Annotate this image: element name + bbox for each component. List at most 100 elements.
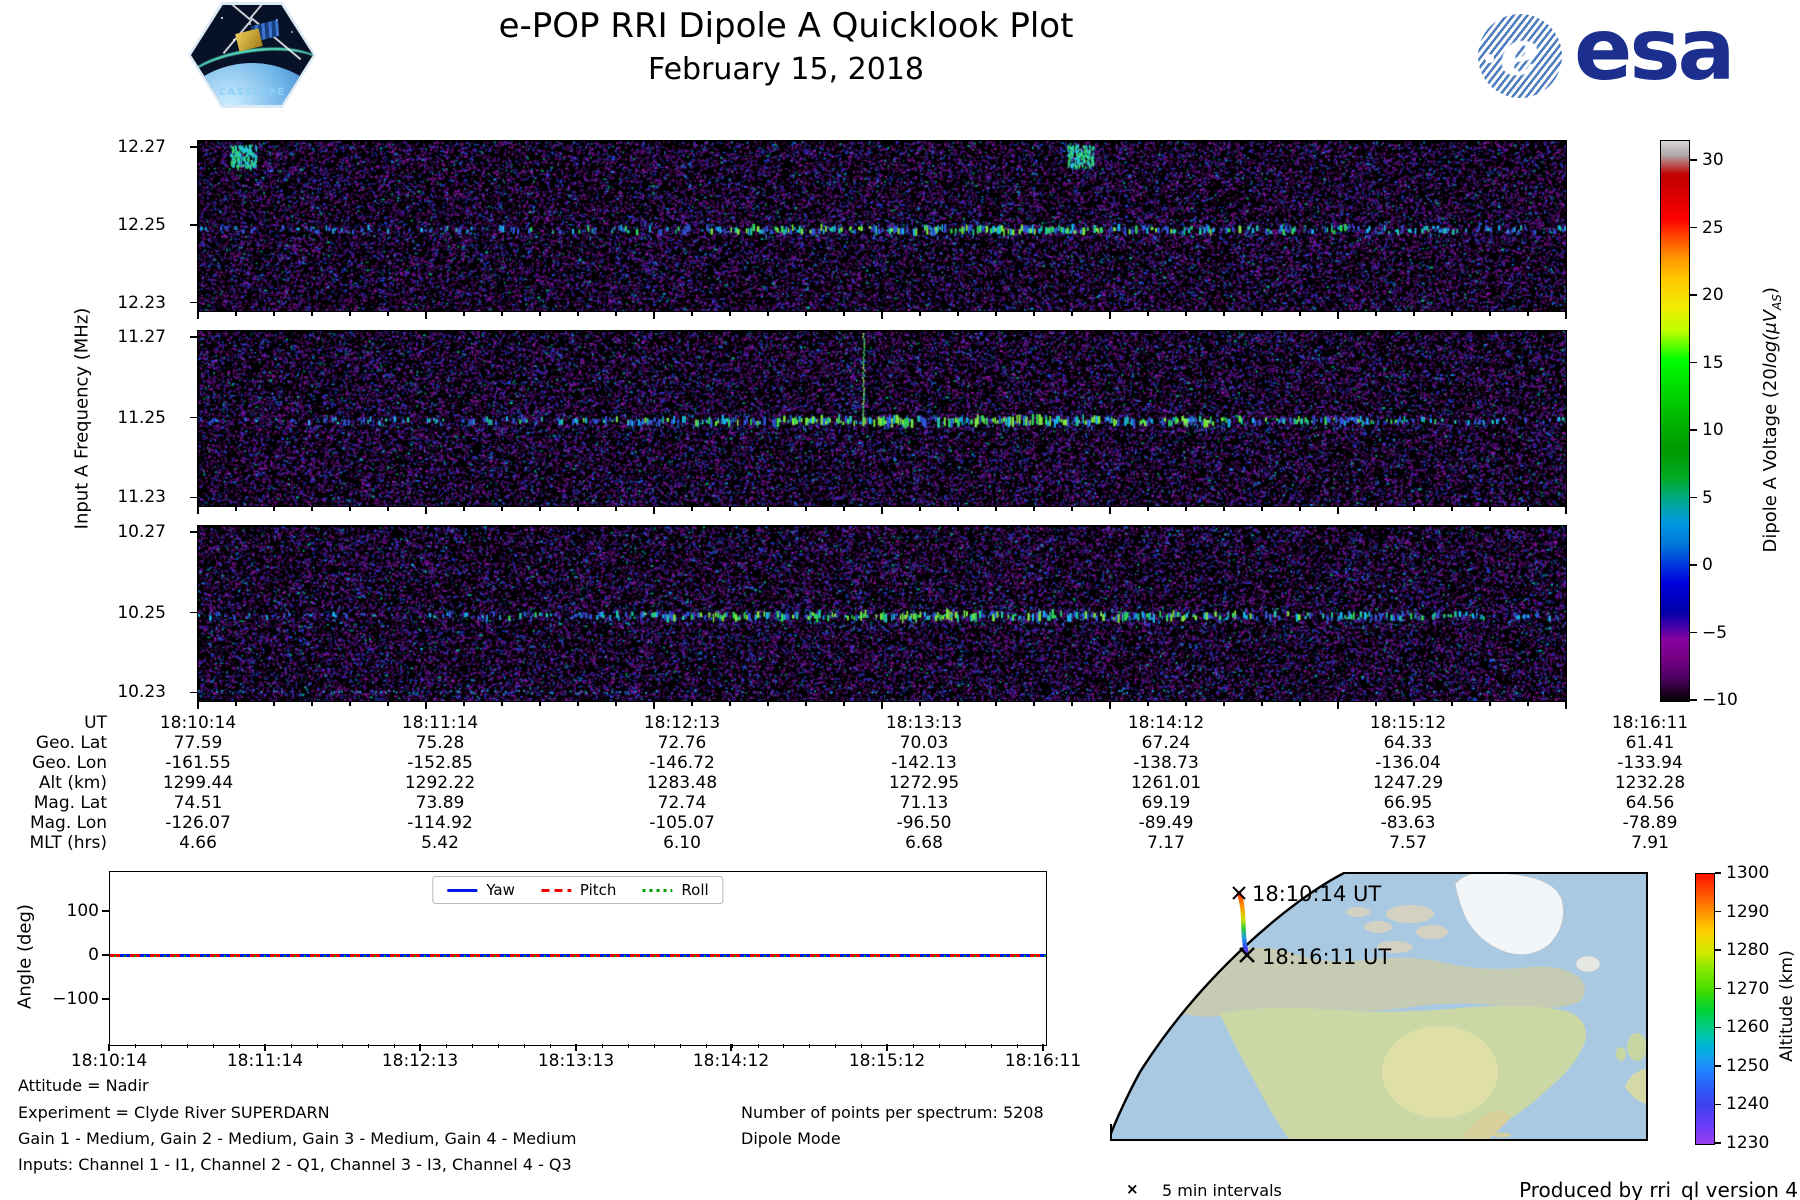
ephemeris-row-label: Mag. Lon	[29, 813, 107, 833]
time-tick	[539, 507, 541, 511]
ephemeris-cell: -126.07	[165, 813, 231, 833]
angle-minor-tick	[1016, 1044, 1018, 1048]
altitude-tick-label: 1300	[1726, 863, 1770, 883]
gains-text: Gain 1 - Medium, Gain 2 - Medium, Gain 3…	[18, 1129, 577, 1148]
freq-tick-label: 10.25	[117, 602, 166, 623]
great-plains	[1382, 1026, 1498, 1118]
spectrogram-panel-1	[197, 140, 1567, 312]
altitude-tick-label: 1250	[1726, 1055, 1770, 1076]
time-tick	[197, 702, 199, 709]
altitude-colorbar-label: Altitude (km)	[1777, 950, 1797, 1062]
time-tick	[1223, 507, 1225, 511]
time-tick	[349, 702, 351, 706]
legend-item-roll: Roll	[642, 881, 709, 899]
angle-minor-tick	[627, 1044, 629, 1048]
freq-tick-label: 10.27	[117, 522, 166, 543]
time-tick	[995, 507, 997, 511]
freq-tick-label: 11.23	[117, 487, 166, 508]
time-tick	[501, 702, 503, 706]
time-tick	[957, 702, 959, 706]
time-tick	[539, 702, 541, 706]
time-tick	[615, 702, 617, 706]
time-tick	[1451, 312, 1453, 316]
time-tick	[425, 312, 427, 319]
inputs-text: Inputs: Channel 1 - I1, Channel 2 - Q1, …	[18, 1155, 572, 1174]
time-tick	[767, 312, 769, 316]
angle-minor-tick	[990, 1044, 992, 1048]
altitude-colorbar	[1695, 873, 1715, 1145]
time-tick	[1185, 507, 1187, 511]
ephemeris-cell: 67.24	[1141, 733, 1191, 753]
angle-minor-tick	[913, 1044, 915, 1048]
freq-tick-label: 12.25	[117, 215, 166, 235]
ephemeris-cell: 1272.95	[888, 773, 960, 793]
time-tick	[1147, 507, 1149, 511]
time-tick	[1451, 507, 1453, 511]
spectrogram-canvas	[198, 526, 1566, 701]
colorbar-tick	[1690, 294, 1697, 296]
time-tick	[1071, 312, 1073, 316]
time-tick	[653, 507, 655, 514]
ephemeris-cell: -78.89	[1622, 813, 1678, 833]
time-tick	[1337, 702, 1339, 709]
ephemeris-cell: 61.41	[1625, 733, 1675, 753]
altitude-tick	[1715, 1142, 1721, 1144]
angle-minor-tick	[653, 1044, 655, 1048]
interval-marker-icon: ×	[1126, 1180, 1139, 1198]
time-tick	[539, 312, 541, 316]
voltage-colorbar-label: Dipole A Voltage (20log(μVAS)	[1760, 287, 1784, 553]
angle-minor-tick	[601, 1044, 603, 1048]
angle-minor-tick	[212, 1044, 214, 1048]
angle-minor-tick	[446, 1044, 448, 1048]
colorbar-tick-label: 5	[1702, 487, 1713, 508]
angle-minor-tick	[524, 1044, 526, 1048]
angle-minor-tick	[965, 1044, 967, 1048]
time-tick	[691, 702, 693, 706]
time-tick	[197, 507, 199, 514]
ephemeris-cell: 7.91	[1631, 833, 1669, 853]
track-end-label: 18:16:11 UT	[1262, 945, 1391, 969]
angle-xtick-label: 18:11:14	[226, 1051, 304, 1071]
time-tick	[691, 312, 693, 316]
ephemeris-cell: 71.13	[899, 793, 949, 813]
ephemeris-cell: 1232.28	[1614, 773, 1686, 793]
freq-tick-label: 10.23	[117, 682, 166, 703]
ephemeris-cell: 18:10:14	[159, 713, 237, 733]
freq-tick	[190, 611, 197, 614]
colorbar-tick-label: 0	[1702, 555, 1713, 576]
spectrogram-canvas	[198, 331, 1566, 506]
angle-xtick-label: 18:12:13	[381, 1051, 459, 1071]
esa-globe-icon: e	[1478, 14, 1562, 98]
time-tick	[1451, 702, 1453, 706]
altitude-tick-label: 1270	[1726, 978, 1770, 999]
colorbar-tick	[1690, 226, 1697, 229]
ephemeris-row-label: Alt (km)	[38, 773, 107, 793]
colorbar-tick-label: 25	[1702, 217, 1724, 238]
time-tick	[805, 507, 807, 511]
points-per-spectrum-text: Number of points per spectrum: 5208	[741, 1103, 1044, 1122]
ephemeris-cell: 1292.22	[404, 773, 476, 793]
time-tick	[805, 312, 807, 316]
ephemeris-cell: -138.73	[1133, 753, 1199, 773]
ephemeris-cell: 73.89	[415, 793, 465, 813]
angle-minor-tick	[498, 1044, 500, 1048]
freq-tick-label: 11.25	[117, 407, 166, 428]
page-title: e-POP RRI Dipole A Quicklook Plot	[498, 6, 1074, 46]
time-tick	[805, 702, 807, 706]
freq-tick	[190, 336, 197, 338]
time-tick	[1413, 507, 1415, 511]
colorbar-tick-label: −10	[1702, 690, 1738, 710]
colorbar-tick	[1690, 429, 1697, 431]
esa-e-glyph: e	[1500, 16, 1540, 89]
angle-minor-tick	[160, 1044, 162, 1048]
time-tick	[843, 312, 845, 316]
freq-tick	[190, 224, 197, 226]
angle-minor-tick	[420, 1044, 422, 1048]
time-tick	[653, 312, 655, 319]
angle-ytick	[102, 954, 109, 956]
ephemeris-cell: 74.51	[173, 793, 223, 813]
time-tick	[1337, 507, 1339, 514]
ephemeris-cell: 7.17	[1147, 833, 1185, 853]
ephemeris-cell: 75.28	[415, 733, 465, 753]
ephemeris-cell: -83.63	[1380, 813, 1436, 833]
